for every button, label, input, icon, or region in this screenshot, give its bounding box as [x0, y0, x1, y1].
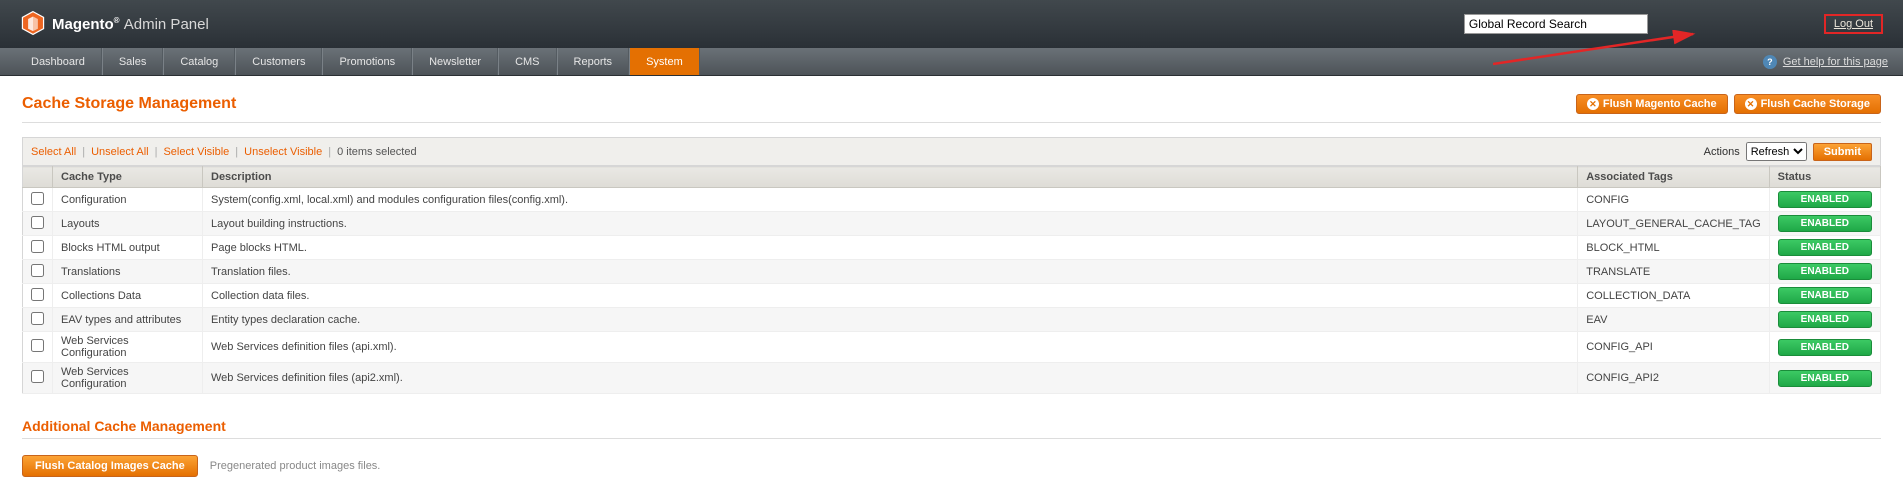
logout-annotation-box: Log Out [1824, 14, 1883, 34]
cell-cache-type: Layouts [53, 212, 203, 236]
select-visible-link[interactable]: Select Visible [163, 146, 229, 158]
status-badge: ENABLED [1778, 239, 1872, 256]
status-badge: ENABLED [1778, 339, 1872, 356]
cache-table: Cache Type Description Associated Tags S… [22, 166, 1881, 394]
table-row: ConfigurationSystem(config.xml, local.xm… [23, 188, 1881, 212]
main-nav: DashboardSalesCatalogCustomersPromotions… [0, 48, 1903, 76]
cell-description: Layout building instructions. [203, 212, 1578, 236]
cell-description: Translation files. [203, 260, 1578, 284]
status-badge: ENABLED [1778, 215, 1872, 232]
nav-item-sales[interactable]: Sales [102, 48, 164, 75]
nav-item-catalog[interactable]: Catalog [163, 48, 235, 75]
cell-cache-type: Blocks HTML output [53, 236, 203, 260]
divider [22, 122, 1881, 123]
table-row: TranslationsTranslation files.TRANSLATE E… [23, 260, 1881, 284]
table-row: LayoutsLayout building instructions.LAYO… [23, 212, 1881, 236]
table-row: Web Services ConfigurationWeb Services d… [23, 332, 1881, 363]
cell-cache-type: Web Services Configuration [53, 332, 203, 363]
nav-item-promotions[interactable]: Promotions [322, 48, 412, 75]
status-badge: ENABLED [1778, 287, 1872, 304]
col-cache-type[interactable]: Cache Type [53, 167, 203, 188]
nav-item-system[interactable]: System [629, 48, 700, 75]
status-badge: ENABLED [1778, 191, 1872, 208]
nav-item-customers[interactable]: Customers [235, 48, 322, 75]
submit-button[interactable]: Submit [1813, 143, 1872, 161]
cell-description: Web Services definition files (api.xml). [203, 332, 1578, 363]
brand-text: Magento® Admin Panel [52, 16, 209, 33]
cell-tags: BLOCK_HTML [1578, 236, 1769, 260]
row-checkbox[interactable] [31, 288, 44, 301]
nav-item-reports[interactable]: Reports [557, 48, 630, 75]
flush-catalog-images-button[interactable]: Flush Catalog Images Cache [22, 455, 198, 477]
col-tags[interactable]: Associated Tags [1578, 167, 1769, 188]
cell-cache-type: Translations [53, 260, 203, 284]
global-search-input[interactable] [1464, 14, 1648, 34]
row-checkbox[interactable] [31, 339, 44, 352]
row-checkbox[interactable] [31, 312, 44, 325]
cell-tags: CONFIG_API2 [1578, 363, 1769, 394]
magento-logo-icon [20, 10, 46, 39]
divider [22, 438, 1881, 439]
actions-select[interactable]: Refresh [1746, 142, 1807, 161]
close-icon: ✕ [1745, 98, 1757, 110]
status-badge: ENABLED [1778, 263, 1872, 280]
row-checkbox[interactable] [31, 192, 44, 205]
page-title: Cache Storage Management [22, 95, 236, 113]
cell-tags: EAV [1578, 308, 1769, 332]
logo: Magento® Admin Panel [20, 10, 209, 39]
table-row: Web Services ConfigurationWeb Services d… [23, 363, 1881, 394]
status-badge: ENABLED [1778, 370, 1872, 387]
cell-description: Web Services definition files (api2.xml)… [203, 363, 1578, 394]
col-status[interactable]: Status [1769, 167, 1880, 188]
cell-description: System(config.xml, local.xml) and module… [203, 188, 1578, 212]
unselect-visible-link[interactable]: Unselect Visible [244, 146, 322, 158]
help-link-area: ? Get help for this page [1763, 48, 1888, 75]
col-checkbox [23, 167, 53, 188]
close-icon: ✕ [1587, 98, 1599, 110]
row-checkbox[interactable] [31, 216, 44, 229]
header: Magento® Admin Panel Log Out [0, 0, 1903, 48]
col-description[interactable]: Description [203, 167, 1578, 188]
actions-label: Actions [1704, 146, 1740, 158]
status-badge: ENABLED [1778, 311, 1872, 328]
cell-tags: TRANSLATE [1578, 260, 1769, 284]
cell-description: Collection data files. [203, 284, 1578, 308]
cell-tags: CONFIG [1578, 188, 1769, 212]
flush-cache-storage-button[interactable]: ✕Flush Cache Storage [1734, 94, 1881, 114]
help-icon: ? [1763, 55, 1777, 69]
cell-cache-type: Configuration [53, 188, 203, 212]
nav-item-cms[interactable]: CMS [498, 48, 556, 75]
nav-item-dashboard[interactable]: Dashboard [15, 48, 102, 75]
cell-tags: COLLECTION_DATA [1578, 284, 1769, 308]
items-selected-label: 0 items selected [337, 146, 416, 158]
row-checkbox[interactable] [31, 264, 44, 277]
help-link[interactable]: Get help for this page [1783, 56, 1888, 68]
nav-item-newsletter[interactable]: Newsletter [412, 48, 498, 75]
flush-magento-cache-button[interactable]: ✕Flush Magento Cache [1576, 94, 1728, 114]
additional-title: Additional Cache Management [22, 418, 1881, 434]
select-all-link[interactable]: Select All [31, 146, 76, 158]
content: Cache Storage Management ✕Flush Magento … [0, 76, 1903, 495]
cell-tags: CONFIG_API [1578, 332, 1769, 363]
row-checkbox[interactable] [31, 370, 44, 383]
logout-link[interactable]: Log Out [1834, 18, 1873, 30]
cell-cache-type: EAV types and attributes [53, 308, 203, 332]
table-row: Collections DataCollection data files.CO… [23, 284, 1881, 308]
unselect-all-link[interactable]: Unselect All [91, 146, 148, 158]
row-checkbox[interactable] [31, 240, 44, 253]
cell-description: Entity types declaration cache. [203, 308, 1578, 332]
massaction-bar: Select All | Unselect All | Select Visib… [22, 137, 1881, 166]
cell-cache-type: Collections Data [53, 284, 203, 308]
cell-description: Page blocks HTML. [203, 236, 1578, 260]
table-row: EAV types and attributesEntity types dec… [23, 308, 1881, 332]
cell-tags: LAYOUT_GENERAL_CACHE_TAG [1578, 212, 1769, 236]
table-row: Blocks HTML outputPage blocks HTML.BLOCK… [23, 236, 1881, 260]
flush-catalog-desc: Pregenerated product images files. [210, 460, 381, 472]
cell-cache-type: Web Services Configuration [53, 363, 203, 394]
